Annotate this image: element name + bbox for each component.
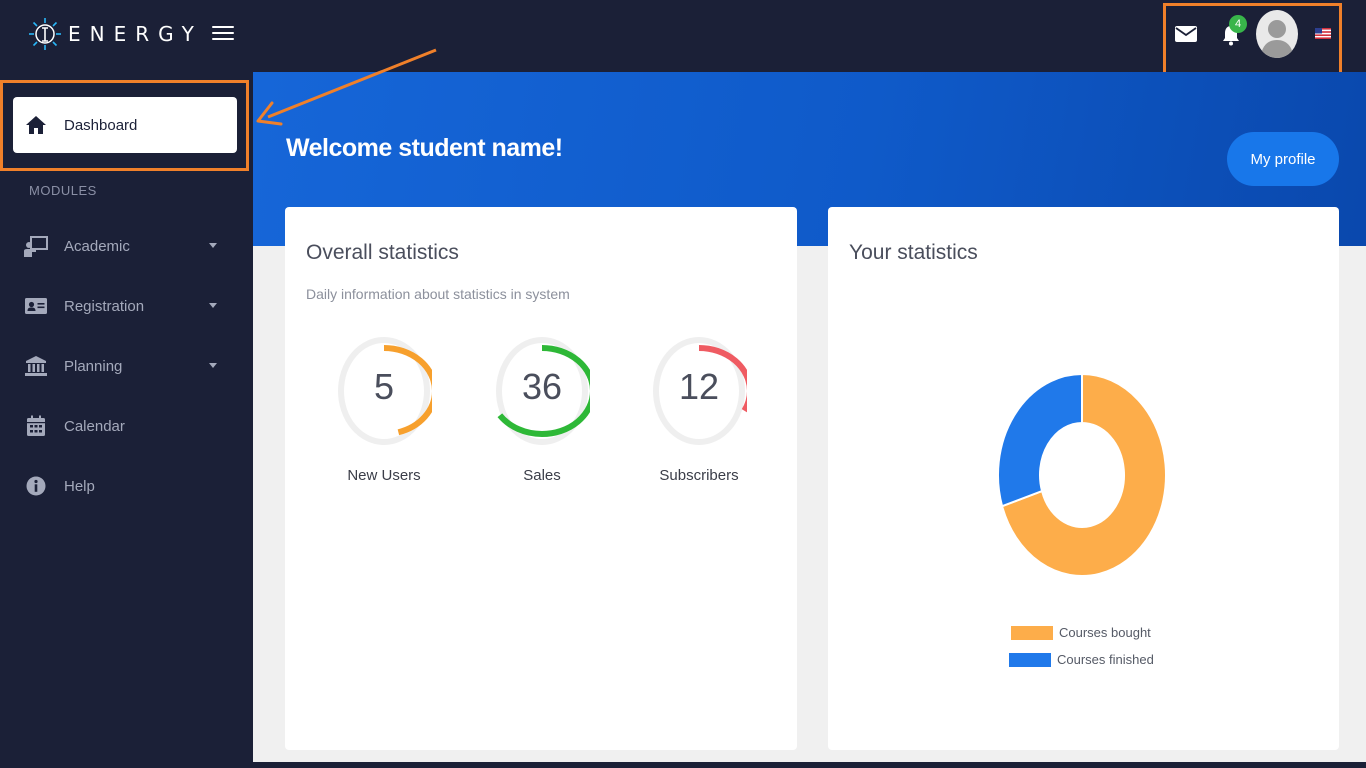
- overall-statistics-card: Overall statistics Daily information abo…: [285, 207, 797, 750]
- app-logo[interactable]: ENERGY: [28, 16, 203, 52]
- sidebar-item-label: Registration: [64, 297, 145, 315]
- mail-icon[interactable]: [1175, 25, 1197, 43]
- sidebar-item-calendar[interactable]: Calendar: [0, 406, 253, 446]
- user-silhouette-icon: [1261, 20, 1293, 58]
- donut-slice-courses-finished[interactable]: [997, 372, 1083, 508]
- logo-mark-icon: [29, 18, 61, 50]
- your-statistics-card: Your statistics Courses bought Courses f…: [828, 207, 1339, 750]
- sidebar-item-label: Academic: [64, 237, 130, 255]
- id-card-icon: [25, 298, 47, 314]
- sidebar-item-academic[interactable]: Academic: [0, 226, 253, 266]
- top-bar: [0, 0, 1366, 72]
- gauge-label: Subscribers: [659, 467, 739, 484]
- chevron-down-icon: [209, 243, 217, 248]
- sidebar-item-label: Planning: [64, 357, 123, 375]
- sidebar-item-planning[interactable]: Planning: [0, 346, 253, 386]
- us-flag-icon[interactable]: [1315, 28, 1331, 39]
- sidebar-item-dashboard[interactable]: Dashboard: [13, 97, 237, 153]
- legend-item-courses-finished[interactable]: Courses finished: [1009, 652, 1154, 667]
- legend-item-courses-bought[interactable]: Courses bought: [1011, 625, 1151, 640]
- menu-toggle-icon[interactable]: [212, 22, 234, 44]
- gauge-value: 5: [373, 366, 395, 407]
- legend-swatch: [1009, 652, 1051, 667]
- gauge-sales: 36 Sales: [494, 335, 590, 484]
- sidebar-item-registration[interactable]: Registration: [0, 286, 253, 326]
- app-name: ENERGY: [68, 22, 203, 46]
- card-title: Your statistics: [849, 241, 978, 264]
- legend-label: Courses finished: [1057, 652, 1154, 667]
- sidebar-item-help[interactable]: Help: [0, 466, 253, 506]
- legend-label: Courses bought: [1059, 625, 1151, 640]
- gauge-value: 36: [521, 366, 563, 407]
- sidebar-item-label: Dashboard: [64, 116, 138, 134]
- calendar-icon: [27, 415, 45, 436]
- donut-chart: [997, 372, 1167, 577]
- info-icon: [26, 476, 46, 496]
- sidebar-item-label: Help: [64, 477, 95, 495]
- gauge-label: New Users: [347, 467, 421, 484]
- notification-badge: 4: [1229, 15, 1247, 33]
- card-subtitle: Daily information about statistics in sy…: [306, 286, 570, 302]
- gauge-new-users: 5 New Users: [336, 335, 432, 484]
- avatar[interactable]: [1256, 10, 1298, 58]
- gauge-label: Sales: [523, 467, 561, 484]
- gauge-subscribers: 12 Subscribers: [651, 335, 747, 484]
- gauge-value: 12: [678, 366, 720, 407]
- chevron-down-icon: [209, 363, 217, 368]
- legend-swatch: [1011, 625, 1053, 640]
- bottom-taskbar-strip: [0, 762, 1366, 768]
- my-profile-button[interactable]: My profile: [1227, 132, 1339, 186]
- presentation-icon: [24, 236, 48, 257]
- chevron-down-icon: [209, 303, 217, 308]
- bank-icon: [25, 356, 47, 376]
- sidebar-item-label: Calendar: [64, 417, 125, 435]
- page-title: Welcome student name!: [286, 134, 563, 162]
- modules-section-title: MODULES: [29, 183, 97, 198]
- home-icon: [26, 116, 46, 134]
- card-title: Overall statistics: [306, 241, 459, 264]
